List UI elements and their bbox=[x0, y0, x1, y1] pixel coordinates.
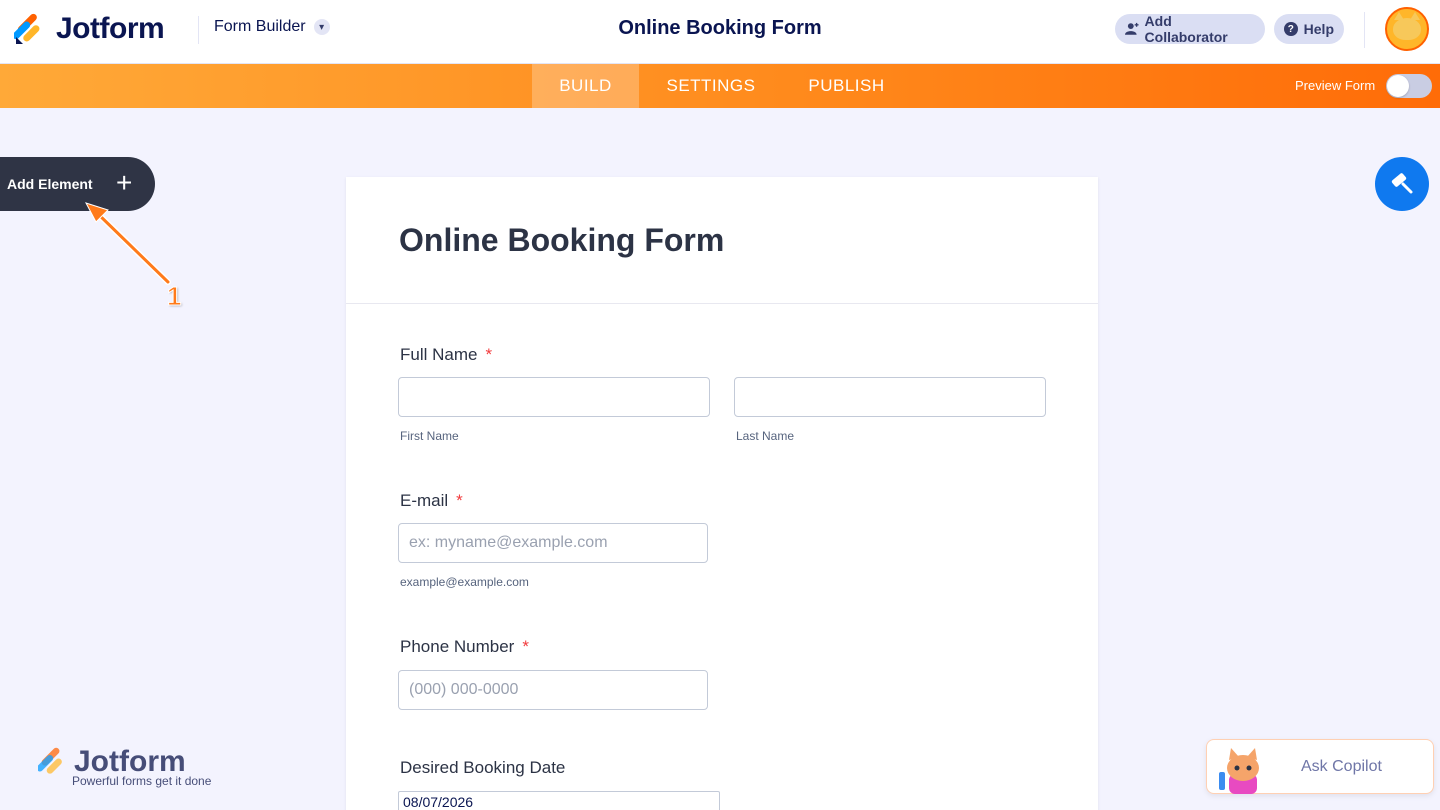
booking-date-label[interactable]: Desired Booking Date bbox=[400, 758, 565, 778]
builder-nav: BUILD SETTINGS PUBLISH Preview Form bbox=[0, 64, 1440, 108]
add-element-button[interactable]: Add Element + bbox=[0, 157, 155, 211]
preview-form-toggle[interactable] bbox=[1386, 74, 1432, 98]
form-card: Online Booking Form Full Name * First Nam… bbox=[346, 177, 1098, 810]
add-collaborator-label: Add Collaborator bbox=[1144, 13, 1228, 45]
footer-logo[interactable]: Jotform Powerful forms get it done bbox=[38, 745, 211, 788]
paint-roller-icon bbox=[1391, 173, 1413, 194]
last-name-input[interactable] bbox=[734, 377, 1046, 417]
tab-publish[interactable]: PUBLISH bbox=[790, 64, 903, 108]
form-builder-label: Form Builder bbox=[214, 18, 306, 35]
preview-form-label: Preview Form bbox=[1295, 78, 1376, 93]
ask-copilot-button[interactable]: Ask Copilot bbox=[1206, 739, 1434, 794]
help-button[interactable]: ? Help bbox=[1274, 14, 1344, 44]
phone-label[interactable]: Phone Number * bbox=[400, 637, 529, 657]
last-name-sublabel: Last Name bbox=[736, 429, 795, 443]
help-label: Help bbox=[1303, 21, 1334, 37]
booking-date-label-text: Desired Booking Date bbox=[400, 758, 566, 777]
footer-brand: Jotform bbox=[74, 745, 186, 778]
jotform-logo-icon bbox=[12, 13, 46, 45]
header-form-title[interactable]: Online Booking Form bbox=[618, 17, 821, 39]
form-title[interactable]: Online Booking Form bbox=[399, 222, 724, 259]
brand-name: Jotform bbox=[56, 12, 165, 45]
phone-label-text: Phone Number bbox=[400, 637, 515, 656]
chevron-down-icon: ▾ bbox=[313, 19, 330, 35]
required-mark: * bbox=[522, 637, 529, 656]
header-divider bbox=[198, 16, 199, 44]
jotform-logo[interactable]: Jotform bbox=[12, 12, 165, 46]
phone-field[interactable]: (000) 000-0000 bbox=[398, 670, 708, 710]
first-name-sublabel: First Name bbox=[400, 429, 459, 443]
top-header: Jotform Form Builder ▾ Online Booking Fo… bbox=[0, 0, 1440, 64]
email-placeholder: ex: myname@example.com bbox=[409, 534, 608, 551]
ask-copilot-label: Ask Copilot bbox=[1301, 758, 1382, 775]
form-header: Online Booking Form bbox=[346, 177, 1098, 304]
phone-placeholder: (000) 000-0000 bbox=[409, 681, 519, 698]
add-user-icon bbox=[1125, 22, 1139, 35]
jotform-logo-icon bbox=[38, 747, 62, 774]
toggle-knob bbox=[1387, 75, 1409, 97]
email-sublabel: example@example.com bbox=[400, 575, 529, 589]
required-mark: * bbox=[456, 491, 463, 510]
annotation-number: 1 bbox=[166, 281, 182, 312]
email-label-text: E-mail bbox=[400, 491, 449, 510]
email-field[interactable]: ex: myname@example.com bbox=[398, 523, 708, 563]
copilot-cat-icon bbox=[1219, 748, 1259, 794]
form-builder-dropdown[interactable]: Form Builder ▾ bbox=[214, 18, 330, 36]
full-name-label[interactable]: Full Name * bbox=[400, 345, 492, 365]
avatar[interactable] bbox=[1385, 7, 1429, 51]
tab-settings[interactable]: SETTINGS bbox=[650, 64, 772, 108]
booking-date-input[interactable]: 08/07/2026 bbox=[398, 791, 720, 810]
full-name-label-text: Full Name bbox=[400, 345, 478, 364]
add-collaborator-button[interactable]: Add Collaborator bbox=[1115, 13, 1265, 45]
cat-avatar-icon bbox=[1393, 12, 1421, 40]
header-divider-right bbox=[1364, 12, 1365, 48]
add-element-label: Add Element bbox=[7, 176, 93, 192]
required-mark: * bbox=[485, 345, 493, 364]
email-label[interactable]: E-mail * bbox=[400, 491, 463, 511]
first-name-input[interactable] bbox=[398, 377, 710, 417]
form-designer-button[interactable] bbox=[1375, 157, 1429, 211]
tab-build[interactable]: BUILD bbox=[532, 64, 639, 108]
question-icon: ? bbox=[1284, 22, 1298, 36]
footer-tagline: Powerful forms get it done bbox=[72, 774, 212, 788]
plus-icon: + bbox=[116, 167, 133, 198]
